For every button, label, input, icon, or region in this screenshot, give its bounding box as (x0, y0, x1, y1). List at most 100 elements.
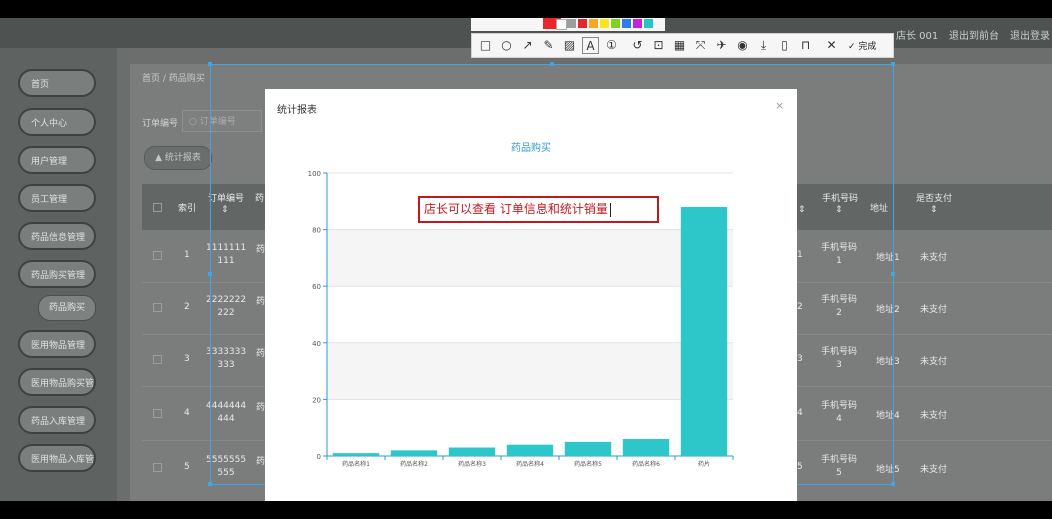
x-tick-label: 药品名称1 (342, 460, 370, 468)
sidebar-item-home[interactable]: 首页 (18, 69, 96, 97)
qr-icon[interactable]: ▦ (671, 37, 688, 54)
color-swatch[interactable] (567, 19, 576, 28)
current-user: 店长 001 (896, 31, 939, 42)
x-tick-label: 药品名称3 (458, 460, 486, 468)
text-caret (609, 202, 611, 217)
resize-handle[interactable] (550, 62, 554, 66)
annotation-textbox[interactable]: 店长可以查看 订单信息和统计销量 (418, 196, 659, 223)
row-checkbox[interactable] (153, 251, 162, 260)
sidebar: 首页 个人中心 用户管理 员工管理 药品信息管理 药品购买管理 药品购买 医用物… (0, 48, 117, 501)
close-icon[interactable]: ✕ (823, 37, 840, 54)
color-swatch[interactable] (644, 19, 653, 28)
serial-number-icon[interactable]: ① (603, 37, 620, 54)
resize-handle[interactable] (208, 272, 212, 276)
color-swatch[interactable] (600, 19, 609, 28)
sidebar-item-users[interactable]: 用户管理 (18, 146, 96, 174)
undo-icon[interactable]: ↺ (629, 37, 646, 54)
chart-bar (390, 450, 438, 456)
translate-icon[interactable]: ⤧ (692, 37, 709, 54)
long-screenshot-icon[interactable]: ▯ (776, 37, 793, 54)
x-tick-label: 药品名称5 (574, 460, 602, 468)
sidebar-item-profile[interactable]: 个人中心 (18, 108, 96, 136)
app-window: 店长 001 退出到前台 退出登录 首页 个人中心 用户管理 员工管理 药品信息… (0, 0, 1052, 519)
row-checkbox[interactable] (153, 409, 162, 418)
cell-index: 3 (184, 354, 190, 364)
record-icon[interactable]: ◉ (734, 37, 751, 54)
letterbox-top (0, 0, 1052, 18)
resize-handle[interactable] (208, 62, 212, 66)
color-swatch[interactable] (556, 19, 567, 30)
x-tick-label: 药品名称6 (632, 460, 660, 468)
y-tick-label: 100 (308, 170, 321, 178)
done-button[interactable]: ✓ 完成 (848, 39, 876, 52)
resize-handle[interactable] (891, 482, 895, 486)
grid-band (327, 342, 733, 400)
y-tick-label: 20 (312, 396, 321, 404)
text-icon[interactable]: A (582, 37, 599, 54)
row-checkbox[interactable] (153, 463, 162, 472)
sidebar-item-drug-purchase[interactable]: 药品购买管理 (18, 260, 96, 288)
sidebar-item-medical-stock[interactable]: 医用物品入库管理 (18, 444, 96, 472)
chart-bar (680, 206, 728, 456)
sidebar-item-drug-info[interactable]: 药品信息管理 (18, 222, 96, 250)
y-tick-label: 0 (317, 453, 321, 461)
chart-bar (564, 441, 612, 456)
color-swatch[interactable] (622, 19, 631, 28)
close-icon[interactable]: × (775, 99, 784, 112)
row-checkbox[interactable] (153, 355, 162, 364)
back-to-front-link[interactable]: 退出到前台 (949, 27, 999, 42)
sidebar-item-drug-stock[interactable]: 药品入库管理 (18, 406, 96, 434)
mosaic-icon[interactable]: ▨ (561, 37, 578, 54)
search-label: 订单编号 (142, 119, 179, 129)
breadcrumb-home[interactable]: 首页 (142, 74, 160, 84)
pin-icon[interactable]: ✈ (713, 37, 730, 54)
logout-link[interactable]: 退出登录 (1010, 27, 1050, 42)
annotation-text: 店长可以查看 订单信息和统计销量 (424, 202, 608, 216)
modal-title: 统计报表 (277, 105, 317, 116)
sort-icon[interactable]: ⇕ (930, 205, 938, 215)
capture-color-toolbar (471, 18, 665, 31)
resize-handle[interactable] (891, 62, 895, 66)
chart-title: 药品购买 (511, 143, 551, 154)
color-swatch[interactable] (633, 19, 642, 28)
ocr-icon[interactable]: ⊡ (650, 37, 667, 54)
grid-band (327, 229, 733, 287)
sidebar-item-medical-purchase[interactable]: 医用物品购买管理 (18, 368, 96, 396)
download-icon[interactable]: ⤓ (755, 37, 772, 54)
resize-handle[interactable] (208, 482, 212, 486)
chart-bar (622, 439, 670, 456)
capture-toolbar: □ ○ ↗ ✎ ▨ A ① ↺ ⊡ ▦ ⤧ ✈ ◉ ⤓ ▯ ⊓ ✕ ✓ 完成 (471, 33, 894, 58)
cell-index: 4 (184, 408, 190, 418)
cell-paid: 未支付 (920, 465, 948, 475)
color-swatch[interactable] (578, 19, 587, 28)
select-all-checkbox[interactable] (153, 203, 162, 212)
sidebar-item-staff[interactable]: 员工管理 (18, 184, 96, 212)
chart-bar (332, 453, 380, 456)
pencil-icon[interactable]: ✎ (540, 37, 557, 54)
cell-index: 1 (184, 250, 190, 260)
chart-bar (506, 444, 554, 456)
color-swatch[interactable] (611, 19, 620, 28)
row-checkbox[interactable] (153, 303, 162, 312)
chart-bar (448, 447, 496, 456)
sidebar-subitem-drug-purchase[interactable]: 药品购买 (38, 295, 96, 321)
sidebar-item-medical-goods[interactable]: 医用物品管理 (18, 330, 96, 358)
rectangle-icon[interactable]: □ (477, 37, 494, 54)
letterbox-bottom (0, 501, 1052, 519)
done-label: 完成 (858, 42, 877, 52)
report-button[interactable]: ▲ 统计报表 (144, 146, 212, 170)
report-button-label: 统计报表 (164, 153, 201, 163)
arrow-icon[interactable]: ↗ (519, 37, 536, 54)
th-paid[interactable]: 是否支付 (916, 191, 952, 204)
report-modal: 统计报表 × 药品购买 0 20 40 60 80 100 药品名称1 药品名称2 药品名称3 药… (265, 89, 797, 501)
th-index: 索引 (178, 204, 197, 214)
ellipse-icon[interactable]: ○ (498, 37, 515, 54)
y-tick-label: 40 (312, 340, 321, 348)
cell-paid: 未支付 (920, 411, 948, 421)
resize-handle[interactable] (891, 272, 895, 276)
color-swatch[interactable] (589, 19, 598, 28)
x-tick-label: 药片 (698, 460, 710, 468)
x-tick-label: 药品名称4 (516, 460, 544, 468)
bookmark-icon[interactable]: ⊓ (797, 37, 814, 54)
cell-index: 5 (184, 462, 190, 472)
